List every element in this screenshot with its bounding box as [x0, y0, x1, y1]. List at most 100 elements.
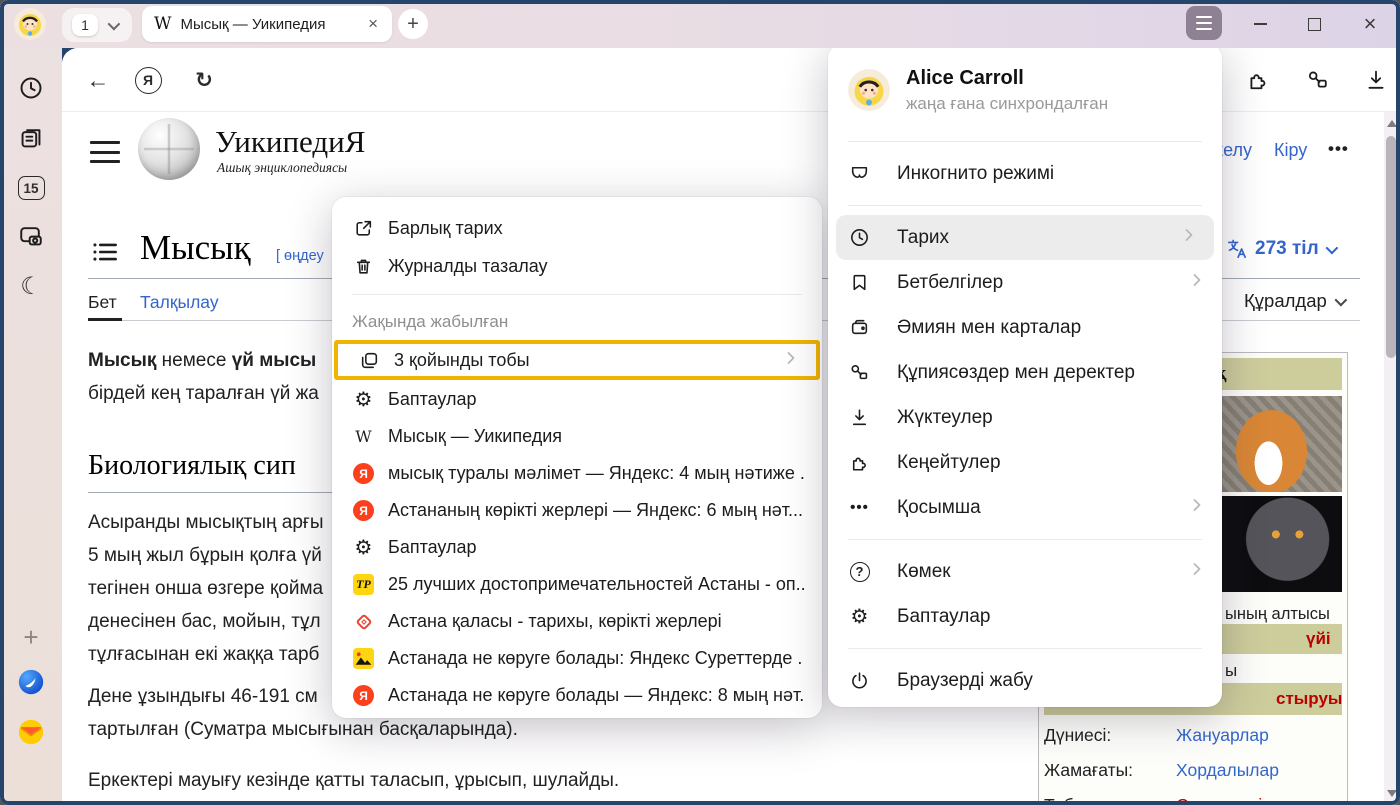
help-icon: ?: [848, 560, 871, 583]
sidebar-history-button[interactable]: [15, 72, 47, 104]
page-scrollbar[interactable]: [1384, 112, 1398, 805]
menu-divider: [848, 141, 1202, 142]
menu-item-downloads[interactable]: Жүктеулер: [828, 395, 1222, 440]
menu-item-settings[interactable]: Баптаулар: [828, 594, 1222, 639]
table-row: Дүниесі:Жануарлар: [1044, 725, 1342, 746]
edit-link[interactable]: [ өңдеу: [276, 248, 324, 264]
site-favicon: [352, 610, 375, 633]
scroll-down-arrow[interactable]: [1387, 790, 1397, 797]
puzzle-icon: [848, 451, 871, 474]
menu-item-close-browser[interactable]: Браузерді жабу: [828, 658, 1222, 703]
ellipsis-icon: •••: [848, 496, 871, 519]
wikipedia-globe-logo[interactable]: [138, 118, 200, 180]
minimize-button[interactable]: [1238, 0, 1282, 48]
yandex-mail-logo: [18, 719, 44, 745]
menu-item-label: 3 қойынды тобы: [394, 350, 771, 371]
menu-item-label: Баптаулар: [388, 537, 804, 558]
menu-item-tab-group[interactable]: 3 қойынды тобы: [334, 340, 820, 380]
active-tab[interactable]: W Мысық — Уикипедия ×: [142, 6, 392, 42]
menu-item-all-history[interactable]: Барлық тарих: [332, 209, 822, 247]
external-link-icon: [352, 217, 375, 240]
reload-button[interactable]: [186, 62, 222, 98]
chevron-right-icon: [1182, 227, 1196, 249]
menu-item-label: Инкогнито режимі: [897, 163, 1204, 185]
tab-talk[interactable]: Талқылау: [140, 292, 219, 313]
scroll-up-arrow[interactable]: [1387, 120, 1397, 127]
menu-item-settings[interactable]: Баптаулар: [332, 381, 822, 418]
sidebar-dark-mode-button[interactable]: [15, 270, 47, 302]
sidebar-add-button[interactable]: +: [15, 621, 47, 653]
language-selector[interactable]: 273 тіл: [1226, 238, 1335, 260]
extensions-button[interactable]: [1240, 62, 1276, 98]
scrollbar-thumb[interactable]: [1386, 136, 1396, 358]
menu-item-more[interactable]: ••• Қосымша: [828, 485, 1222, 530]
new-tab-button[interactable]: +: [398, 9, 428, 39]
tab-page[interactable]: Бет: [88, 292, 117, 313]
menu-item-label: Тарих: [897, 227, 1156, 249]
menu-item-passwords[interactable]: Құпиясөздер мен деректер: [828, 350, 1222, 395]
sidebar-notes-button[interactable]: [15, 122, 47, 154]
tab-counter[interactable]: 1: [72, 14, 98, 36]
menu-item-label: Браузерді жабу: [897, 670, 1204, 692]
sidebar-screenshot-button[interactable]: [15, 220, 47, 252]
menu-divider: [848, 539, 1202, 540]
profile-avatar[interactable]: [14, 8, 46, 40]
active-tab-underline: [88, 318, 122, 321]
tab-group-icon: [358, 349, 381, 372]
menu-item-wallet[interactable]: Әмиян мен карталар: [828, 305, 1222, 350]
sidebar-calendar-button[interactable]: 15: [15, 172, 47, 204]
history-entry[interactable]: Я Астанада не көруге болады — Яндекс: 8 …: [332, 677, 822, 714]
menu-item-help[interactable]: ? Көмек: [828, 549, 1222, 594]
sidebar-yandex-mail-button[interactable]: [15, 716, 47, 748]
back-button[interactable]: [80, 62, 116, 98]
sync-status: жаңа ғана синхрондалған: [906, 94, 1108, 114]
menu-divider: [848, 205, 1202, 206]
taxo-link[interactable]: Жануарлар: [1176, 725, 1269, 746]
history-entry[interactable]: Я Астананың көрікті жерлері — Яндекс: 6 …: [332, 492, 822, 529]
gear-icon: [352, 388, 375, 411]
profile-row[interactable]: Alice Carroll жаңа ғана синхрондалған: [828, 44, 1222, 132]
maximize-button[interactable]: [1292, 0, 1336, 48]
menu-item-label: Қосымша: [897, 497, 1164, 519]
history-entry[interactable]: Астана қаласы - тарихы, көрікті жерлері: [332, 603, 822, 640]
menu-item-extensions[interactable]: Кеңейтулер: [828, 440, 1222, 485]
taxo-link[interactable]: Сүткоректілер: [1176, 795, 1292, 805]
history-entry[interactable]: W Мысық — Уикипедия: [332, 418, 822, 455]
gear-icon: [352, 536, 375, 559]
menu-item-label: Барлық тарих: [388, 218, 804, 239]
sidebar-yandex-browser-button[interactable]: [15, 666, 47, 698]
taxo-link[interactable]: Хордалылар: [1176, 760, 1279, 781]
downloads-button[interactable]: [1358, 62, 1394, 98]
toc-icon[interactable]: [92, 240, 118, 269]
login-link[interactable]: Кіру: [1274, 140, 1307, 160]
menu-item-bookmarks[interactable]: Бетбелгілер: [828, 260, 1222, 305]
history-entry[interactable]: Астанада не көруге болады: Яндекс Суретт…: [332, 640, 822, 677]
browser-window: УикипедиЯ Ашық энциклопедиясы ТіркелуКір…: [0, 0, 1400, 805]
wiki-hamburger-icon[interactable]: [90, 141, 120, 163]
wikipedia-wordmark[interactable]: УикипедиЯ: [215, 124, 365, 160]
chevron-right-icon: [1190, 272, 1204, 294]
tab-group-pill[interactable]: 1: [62, 8, 132, 42]
history-entry[interactable]: Я мысық туралы мәлімет — Яндекс: 4 мың н…: [332, 455, 822, 492]
body-line: Мысық немесе үй мысы: [88, 350, 316, 372]
menu-item-label: Баптаулар: [388, 389, 804, 410]
tools-dropdown[interactable]: Құралдар: [1244, 290, 1344, 312]
menu-item-history[interactable]: Тарих: [836, 215, 1214, 260]
close-button[interactable]: ×: [1348, 0, 1392, 48]
trash-icon: [352, 255, 375, 278]
infobox-band-text: үйі: [1306, 629, 1331, 649]
menu-item-label: Кеңейтулер: [897, 452, 1204, 474]
yandex-services-button[interactable]: Я: [130, 62, 166, 98]
menu-item-label: Мысық — Уикипедия: [388, 426, 804, 447]
browser-menu-button[interactable]: [1186, 6, 1222, 40]
history-entry[interactable]: TP 25 лучших достопримечательностей Аста…: [332, 566, 822, 603]
body-line: тартылған (Суматра мысығынан басқаларынд…: [88, 719, 518, 741]
menu-item-incognito[interactable]: Инкогнито режимі: [828, 151, 1222, 196]
tab-close-icon[interactable]: ×: [366, 14, 380, 34]
menu-item-settings[interactable]: Баптаулар: [332, 529, 822, 566]
passwords-button[interactable]: [1300, 62, 1336, 98]
menu-item-label: Құпиясөздер мен деректер: [897, 362, 1204, 384]
menu-item-clear-history[interactable]: Журналды тазалау: [332, 247, 822, 285]
calendar-badge: 15: [18, 176, 45, 200]
wiki-header-more-icon[interactable]: •••: [1328, 139, 1349, 159]
